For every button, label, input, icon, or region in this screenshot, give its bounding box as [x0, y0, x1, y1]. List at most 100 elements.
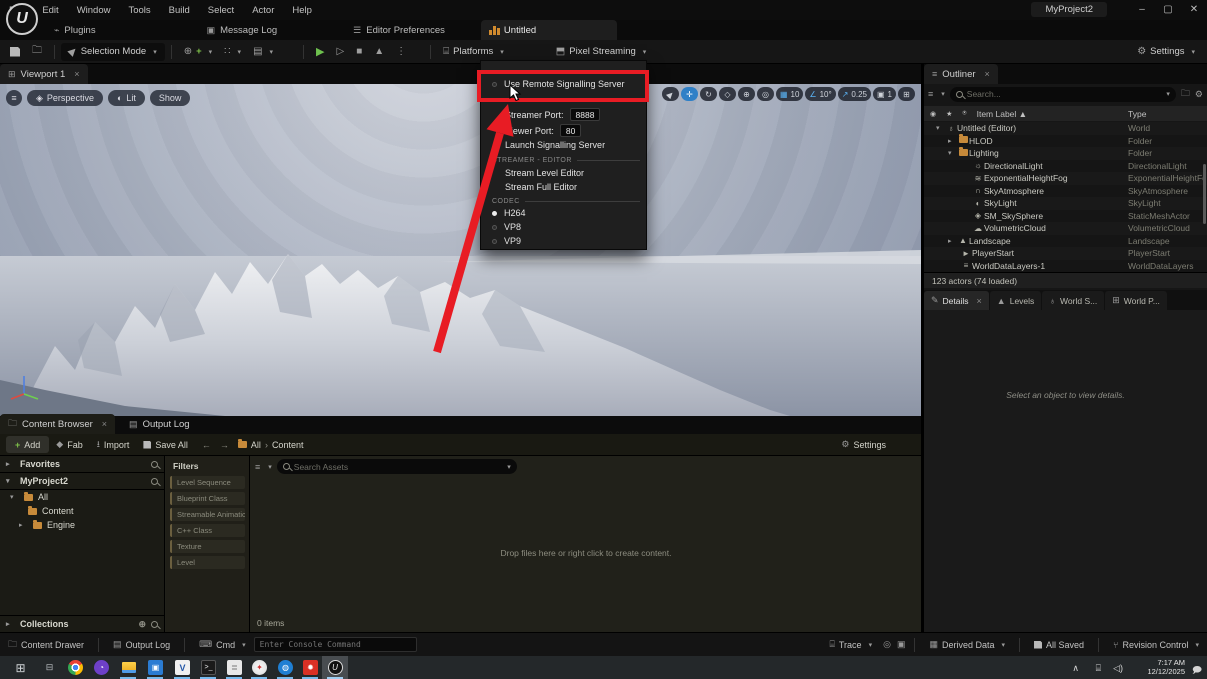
crumb-content[interactable]: Content [272, 440, 304, 450]
close-icon[interactable]: × [102, 419, 107, 429]
select-tool-button[interactable]: ▶ [662, 87, 679, 101]
outliner-row[interactable]: ∩ SkyAtmosphere SkyAtmosphere [924, 185, 1207, 198]
settings-dropdown[interactable]: ⚙ Settings ▾ [1131, 40, 1201, 64]
filter-texture[interactable]: Texture [170, 540, 245, 553]
search-icon[interactable] [151, 478, 158, 485]
chrome-icon[interactable] [68, 660, 83, 675]
frame-skip-button[interactable]: ▷ [331, 40, 351, 64]
tab-output-log[interactable]: ▤ Output Log [121, 414, 198, 434]
derived-data-dropdown[interactable]: ▦ Derived Data ▾ [921, 633, 1013, 657]
menu-edit[interactable]: Edit [33, 0, 67, 20]
minimize-button[interactable]: – [1129, 0, 1155, 18]
close-icon[interactable]: × [74, 69, 79, 79]
move-tool-button[interactable]: ✛ [681, 87, 698, 101]
close-icon[interactable]: × [985, 69, 990, 79]
voice-app-icon[interactable]: V [175, 660, 190, 675]
content-drawer-button[interactable]: 🗀 Content Drawer [0, 633, 92, 657]
viewport-3d[interactable] [0, 84, 921, 416]
insights-button[interactable]: ◎ [880, 633, 894, 657]
search-icon[interactable] [151, 621, 158, 628]
media-app-icon[interactable]: ✹ [303, 660, 318, 675]
tab-untitled[interactable]: Untitled [481, 20, 617, 40]
network-icon[interactable]: ⌸ [1096, 663, 1101, 674]
new-folder-icon[interactable]: 🗀 [1181, 86, 1190, 102]
tab-world-partition[interactable]: ⊞ World P... [1105, 291, 1167, 310]
add-button[interactable]: + Add [6, 436, 49, 453]
filter-streamable-animatic[interactable]: Streamable Animatic [170, 508, 245, 521]
compass-browser-icon[interactable]: ✦ [252, 660, 267, 675]
document-app-icon[interactable]: ≣ [227, 660, 242, 675]
menu-actor[interactable]: Actor [243, 0, 283, 20]
streamer-port-input[interactable]: 8888 [570, 108, 601, 121]
screenshot-button[interactable]: ▣ [894, 633, 909, 657]
expand-icon[interactable]: ▾ [936, 124, 945, 132]
scale-tool-button[interactable]: ◇ [719, 87, 736, 101]
project-section[interactable]: ▾ MyProject2 [0, 473, 164, 490]
pin-icon[interactable]: ⍟ [962, 110, 966, 118]
editor-preferences-button[interactable]: ☰ Editor Preferences [345, 20, 453, 40]
surface-snap-button[interactable]: ◎ [757, 87, 774, 101]
add-collection-icon[interactable]: ⊕ [138, 619, 146, 630]
expand-icon[interactable]: ▸ [948, 137, 957, 145]
menu-help[interactable]: Help [283, 0, 321, 20]
back-button[interactable]: ← [195, 434, 218, 456]
cmd-dropdown[interactable]: ⌨ Cmd ▾ [191, 633, 254, 657]
outliner-row[interactable]: ▾ ♁ Untitled (Editor) World [924, 122, 1207, 135]
grid-snap-button[interactable]: ▦ 10 [776, 87, 803, 101]
stop-button[interactable]: ■ [350, 40, 368, 64]
tab-details[interactable]: ✎ Details × [924, 291, 989, 310]
menu-select[interactable]: Select [199, 0, 243, 20]
rotate-tool-button[interactable]: ↻ [700, 87, 717, 101]
eye-icon[interactable]: ◉ [930, 110, 936, 118]
tree-item-all[interactable]: ▾ All [0, 490, 164, 504]
filter-cpp-class[interactable]: C++ Class [170, 524, 245, 537]
tab-world-settings[interactable]: ♁ World S... [1042, 291, 1104, 310]
trace-dropdown[interactable]: ⌸ Trace ▾ [821, 633, 880, 657]
expand-icon[interactable]: ▾ [948, 149, 957, 157]
output-log-button[interactable]: ▤ Output Log [105, 633, 178, 657]
camera-speed-button[interactable]: ▣ 1 [873, 87, 896, 101]
menu-item-codec-vp9[interactable]: VP9 [481, 236, 648, 246]
blue-app-icon[interactable]: ◍ [278, 660, 293, 675]
save-button[interactable] [4, 40, 26, 64]
eject-button[interactable]: ▲ [368, 40, 390, 64]
close-button[interactable]: ✕ [1181, 0, 1207, 18]
perspective-dropdown[interactable]: ◈ Perspective [27, 90, 103, 106]
cb-settings-button[interactable]: ⚙ Settings [834, 434, 893, 456]
column-type[interactable]: Type [1128, 109, 1146, 119]
tray-expand-icon[interactable]: ∧ [1072, 663, 1079, 674]
filter-icon[interactable]: ≡ [255, 462, 260, 472]
outliner-row[interactable]: ≡ WorldDataLayers-1 WorldDataLayers [924, 260, 1207, 273]
tree-item-engine[interactable]: ▸ Engine [0, 518, 164, 532]
lit-dropdown[interactable]: ◐ Lit [108, 90, 145, 106]
tab-content-browser[interactable]: 🗀 Content Browser × [0, 414, 115, 434]
favorites-section[interactable]: ▸ Favorites [0, 456, 164, 473]
assets-area[interactable]: ≡ ▾ Search Assets ▾ Drop files here or r… [251, 456, 921, 632]
close-icon[interactable]: × [977, 296, 982, 306]
outliner-row[interactable]: ☼ DirectionalLight DirectionalLight [924, 160, 1207, 173]
outliner-row[interactable]: ► PlayerStart PlayerStart [924, 247, 1207, 260]
start-button[interactable]: ⊞ [13, 660, 28, 675]
restore-button[interactable]: ▢ [1155, 0, 1181, 18]
speaker-icon[interactable]: ◁) [1113, 663, 1123, 674]
search-assets-input[interactable]: Search Assets ▾ [277, 459, 517, 474]
play-options-button[interactable]: ⋮ [390, 40, 412, 64]
outliner-search-input[interactable]: Search... ▾ [950, 87, 1176, 102]
selection-mode-dropdown[interactable]: ▶ Selection Mode ▾ [61, 43, 165, 61]
outliner-row[interactable]: ◈ SM_SkySphere StaticMeshActor [924, 210, 1207, 223]
outliner-row[interactable]: ◐ SkyLight SkyLight [924, 197, 1207, 210]
menu-item-launch-signalling[interactable]: Launch Signalling Server [481, 140, 648, 150]
outliner-scrollbar[interactable] [1203, 164, 1206, 224]
revision-control-dropdown[interactable]: ⑂ Revision Control ▾ [1105, 633, 1207, 657]
gear-icon[interactable]: ⚙ [1195, 89, 1203, 100]
viewer-port-input[interactable]: 80 [560, 124, 581, 137]
task-view-icon[interactable]: ⊟ [42, 660, 57, 675]
play-button[interactable]: ▶ [310, 40, 330, 64]
add-actor-dropdown[interactable]: ⊕ + ▾ [178, 40, 218, 64]
tab-outliner[interactable]: ≡ Outliner × [924, 64, 998, 84]
column-item-label[interactable]: Item Label ▲ [977, 109, 1027, 119]
clock[interactable]: 7:17 AM 12/12/2025 [1147, 659, 1185, 676]
menu-window[interactable]: Window [68, 0, 120, 20]
search-icon[interactable] [151, 461, 158, 468]
viewport-options-button[interactable]: ≡ [6, 90, 22, 106]
